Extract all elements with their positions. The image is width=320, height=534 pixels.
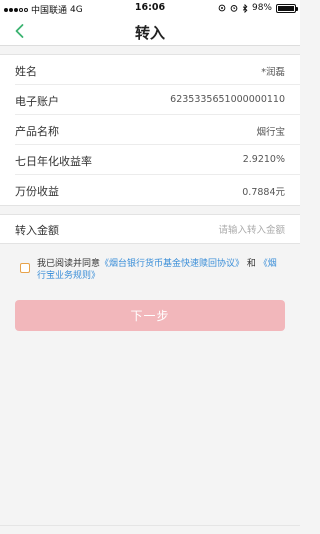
agreement-text: 我已阅读并同意《烟台银行货币基金快速赎回协议》 和 《烟行宝业务规则》: [37, 258, 285, 282]
page-title: 转入: [134, 24, 165, 42]
status-bar: 中国联通 4G 16:06 98%: [0, 0, 300, 16]
info-label: 姓名: [15, 65, 37, 78]
info-row-unit-income: 万份收益 0.7884元: [15, 175, 300, 205]
amount-input[interactable]: [135, 221, 285, 239]
nav-bar: 转入: [0, 16, 300, 46]
amount-label: 转入金额: [15, 224, 59, 237]
bluetooth-icon: [242, 3, 248, 13]
agreement-prefix: 我已阅读并同意: [37, 259, 101, 269]
battery-fill: [278, 5, 294, 11]
battery-percent: 98%: [251, 3, 272, 13]
next-button[interactable]: 下一步: [15, 300, 285, 331]
info-value: 2.9210%: [242, 154, 285, 165]
alarm-icon: [230, 5, 238, 12]
info-row-product: 产品名称 烟行宝: [15, 115, 300, 145]
info-value: 6235335651000000110: [170, 94, 285, 105]
info-value: 0.7884元: [242, 187, 285, 198]
battery-icon: [276, 3, 298, 13]
agreement-and: 和: [246, 259, 256, 269]
info-label: 电子账户: [15, 95, 59, 108]
info-value: *润磊: [261, 67, 285, 78]
info-value: 烟行宝: [256, 127, 285, 138]
info-row-account: 电子账户 6235335651000000110: [15, 85, 300, 115]
info-label: 产品名称: [15, 125, 59, 138]
info-row-name: 姓名 *润磊: [15, 55, 300, 85]
agreement-checkbox[interactable]: [20, 263, 30, 273]
info-label: 万份收益: [15, 185, 59, 198]
amount-row: 转入金额: [0, 214, 300, 244]
bottom-divider: [0, 525, 300, 526]
agreement-row: 我已阅读并同意《烟台银行货币基金快速赎回协议》 和 《烟行宝业务规则》: [20, 258, 285, 284]
location-icon: [218, 4, 226, 12]
fund-redemption-agreement-link[interactable]: 《烟台银行货币基金快速赎回协议》: [100, 259, 244, 269]
info-label: 七日年化收益率: [15, 155, 92, 168]
account-info-card: 姓名 *润磊 电子账户 6235335651000000110 产品名称 烟行宝…: [0, 54, 300, 206]
info-row-annual-yield: 七日年化收益率 2.9210%: [15, 145, 300, 175]
status-right: 98%: [218, 3, 298, 13]
